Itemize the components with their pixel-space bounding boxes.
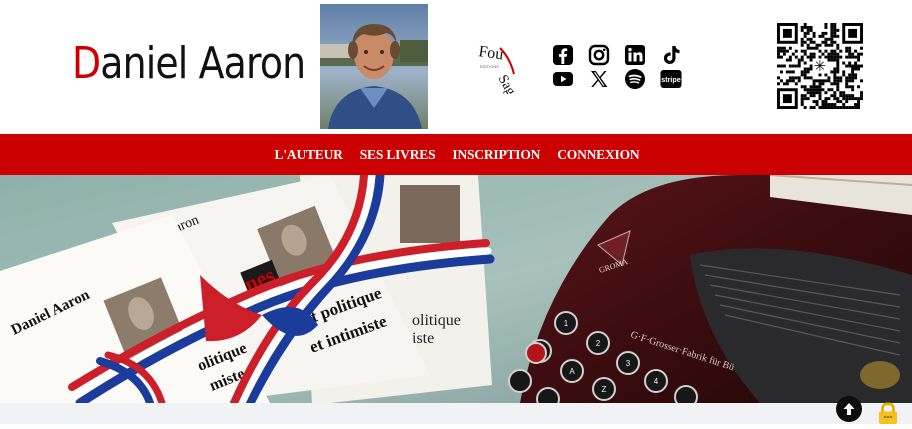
- author-portrait: [320, 4, 428, 129]
- svg-text:2: 2: [596, 339, 601, 348]
- fou-sage-logo[interactable]: Fou Sage EDITIONS: [474, 34, 534, 103]
- youtube-icon[interactable]: [552, 68, 574, 90]
- svg-text:3: 3: [626, 359, 631, 368]
- nav-item-author[interactable]: L'AUTEUR: [275, 147, 343, 163]
- svg-text:EDITIONS: EDITIONS: [480, 64, 499, 69]
- svg-text:Z: Z: [602, 385, 607, 394]
- facebook-icon[interactable]: [552, 44, 574, 66]
- instagram-icon[interactable]: [588, 44, 610, 66]
- site-title-initial: D: [72, 38, 101, 89]
- hero-banner: olitique iste Daniel Aaron nes rnet poli…: [0, 175, 912, 403]
- svg-text:✳: ✳: [814, 58, 826, 75]
- arrow-up-icon: [843, 403, 855, 415]
- tiktok-icon[interactable]: [660, 44, 682, 66]
- spotify-icon[interactable]: [624, 68, 646, 90]
- lock-icon[interactable]: [876, 402, 900, 424]
- main-nav: L'AUTEUR SES LIVRES INSCRIPTION CONNEXIO…: [0, 134, 912, 175]
- book-back-title1: olitique: [412, 312, 461, 329]
- site-title-rest: aniel Aaron: [100, 38, 306, 89]
- stripe-icon[interactable]: stripe: [660, 68, 682, 90]
- scroll-to-top-button[interactable]: [836, 396, 862, 422]
- svg-text:Fou: Fou: [477, 43, 504, 63]
- site-header: Daniel Aaron Fou Sage EDITIONS stripe ✳: [0, 0, 912, 134]
- footer-strip: [0, 403, 912, 424]
- svg-text:Sage: Sage: [495, 73, 522, 95]
- nav-item-login[interactable]: CONNEXION: [557, 147, 639, 163]
- qr-code[interactable]: ✳: [777, 23, 863, 109]
- stripe-label: stripe: [661, 75, 681, 84]
- nav-item-books[interactable]: SES LIVRES: [360, 147, 436, 163]
- svg-text:1: 1: [564, 319, 569, 328]
- site-title[interactable]: Daniel Aaron: [72, 38, 306, 89]
- svg-text:4: 4: [654, 377, 659, 386]
- nav-item-register[interactable]: INSCRIPTION: [452, 147, 540, 163]
- x-icon[interactable]: [588, 68, 610, 90]
- linkedin-icon[interactable]: [624, 44, 646, 66]
- social-links: stripe: [552, 42, 684, 92]
- book-back-title2: iste: [412, 330, 434, 347]
- svg-text:A: A: [569, 367, 575, 376]
